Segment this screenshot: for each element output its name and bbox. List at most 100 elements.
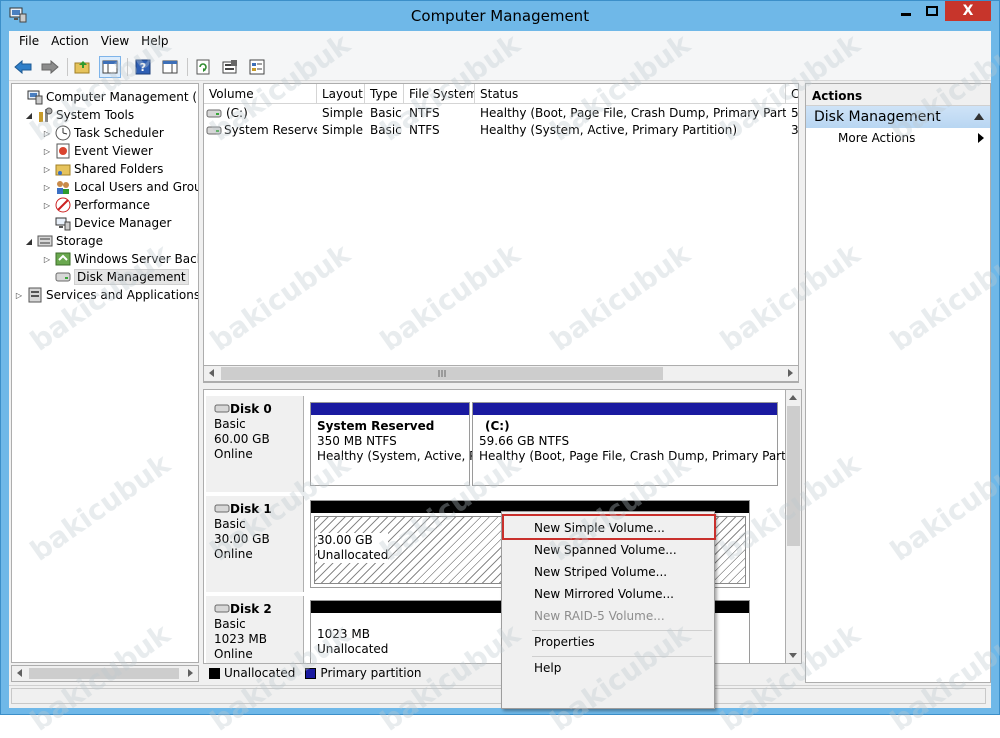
primary-partition-bar	[473, 403, 777, 415]
tree-item-label: Device Manager	[74, 216, 172, 230]
tree-item-label: Event Viewer	[74, 144, 153, 158]
tree-item-label: Shared Folders	[74, 162, 164, 176]
partition-title: (C:)	[485, 419, 510, 433]
tree-item-label: Local Users and Groups	[74, 180, 198, 194]
computer-icon	[27, 90, 43, 105]
tree-item-label: Task Scheduler	[74, 126, 164, 140]
window-title: Computer Management	[410, 7, 590, 25]
backup-icon	[55, 252, 71, 266]
toolbar-separator	[67, 57, 68, 76]
scroll-left-icon	[209, 369, 214, 377]
disk-size: 60.00 GB	[214, 432, 270, 446]
disk-icon	[214, 604, 230, 613]
users-icon	[57, 181, 69, 194]
close-button[interactable]: X	[945, 1, 991, 21]
disk-icon	[214, 504, 230, 513]
partition-info: (C:) 59.66 GB NTFS Healthy (Boot, Page F…	[479, 419, 799, 464]
menu-file[interactable]: File	[13, 31, 45, 53]
tree-item-label: Storage	[56, 234, 103, 248]
expand-arrow-icon[interactable]: ▷	[14, 291, 24, 300]
properties-icon	[222, 59, 237, 73]
partition-status: Unallocated	[317, 548, 389, 562]
disk-state: Online	[214, 447, 253, 461]
cell-layout: Simple	[322, 106, 363, 120]
disk-name: Disk 2	[230, 602, 272, 616]
partition-status: Healthy (Boot, Page File, Crash Dump, Pr…	[479, 449, 799, 463]
disk-0-label[interactable]: Disk 0 Basic 60.00 GB Online	[206, 396, 304, 492]
tree-item-device-manager[interactable]: Device Manager	[42, 214, 171, 232]
disk-size: 1023 MB	[214, 632, 267, 646]
tree-item-label: Performance	[74, 198, 151, 212]
expand-arrow-icon[interactable]: ▷	[42, 147, 52, 156]
status-bar-panel	[11, 688, 986, 704]
services-icon	[28, 287, 42, 303]
tree-item-event-viewer[interactable]: ▷ Event Viewer	[42, 142, 153, 160]
storage-icon	[37, 235, 53, 247]
menu-new-raid5-volume[interactable]: New RAID-5 Volume...	[534, 609, 665, 631]
disk-icon	[214, 404, 230, 413]
cell-capacity: 35	[791, 123, 799, 137]
maximize-icon	[926, 6, 938, 16]
forward-button[interactable]	[39, 56, 61, 78]
menu-properties[interactable]: Properties	[534, 635, 595, 657]
device-manager-icon	[55, 217, 71, 231]
menu-new-mirrored-volume[interactable]: New Mirrored Volume...	[534, 587, 674, 609]
expand-arrow-icon[interactable]: ▷	[42, 183, 52, 192]
title-bar[interactable]: Computer Management X	[1, 1, 999, 31]
expand-arrow-icon[interactable]: ▷	[42, 201, 52, 210]
console-tree: Computer Management (Local◢System Tools▷…	[11, 83, 199, 663]
minimize-icon	[901, 13, 911, 16]
back-button[interactable]	[12, 56, 34, 78]
expand-arrow-icon[interactable]: ▷	[42, 165, 52, 174]
export-list-button[interactable]	[246, 56, 268, 78]
disk-name-row: Disk 2	[214, 602, 303, 617]
computer-management-window: Computer Management X File Action View H…	[0, 0, 1000, 738]
tree-item-shared-folders[interactable]: ▷ Shared Folders	[42, 160, 163, 178]
legend-swatch-unallocated	[209, 667, 220, 679]
scrollbar-arrows	[209, 367, 793, 380]
caption-buttons: X	[893, 1, 991, 23]
actions-pane: Actions Disk Management More Actions	[805, 83, 991, 683]
expand-arrow-icon[interactable]: ▷	[42, 255, 52, 264]
tree-item-storage[interactable]: ◢ Storage	[24, 232, 103, 250]
menu-action[interactable]: Action	[45, 31, 95, 53]
table-row[interactable]: System Reserved Simple Basic NTFS Health…	[204, 122, 799, 139]
event-viewer-icon	[56, 143, 70, 159]
primary-partition-bar	[311, 403, 469, 415]
collapse-arrow-icon[interactable]: ◢	[24, 237, 34, 246]
properties-button[interactable]	[219, 56, 241, 78]
scroll-right-icon	[788, 369, 793, 377]
forward-arrow-icon	[41, 59, 59, 74]
scroll-left-icon	[17, 669, 22, 677]
status-bar	[9, 685, 991, 705]
refresh-button[interactable]	[192, 56, 214, 78]
column-header-layout[interactable]: Layout	[317, 84, 365, 104]
tree-item-local-users-and-groups[interactable]: ▷ Local Users and Groups	[42, 178, 198, 196]
refresh-icon	[196, 59, 210, 74]
partition-size: 350 MB NTFS	[317, 434, 397, 448]
performance-icon	[55, 197, 71, 213]
export-list-icon	[249, 59, 265, 74]
cell-layout: Simple	[322, 123, 363, 137]
scroll-up-icon	[789, 395, 797, 400]
minimize-button[interactable]	[893, 1, 919, 21]
disk-name: Disk 0	[230, 402, 272, 416]
disk-type: Basic	[214, 417, 246, 431]
disk-type: Basic	[214, 617, 246, 631]
shared-folder-icon	[55, 164, 71, 176]
scroll-right-icon	[188, 669, 193, 677]
table-row[interactable]: (C:) Simple Basic NTFS Healthy (Boot, Pa…	[204, 105, 798, 122]
toolbar-separator	[187, 57, 188, 76]
collapse-up-icon	[974, 113, 984, 120]
volume-list-horizontal-scrollbar[interactable]	[203, 365, 799, 382]
menu-help-item[interactable]: Help	[534, 661, 561, 683]
partition-title: System Reserved	[317, 419, 435, 433]
partition-size: 59.66 GB NTFS	[479, 434, 570, 448]
maximize-button[interactable]	[919, 1, 945, 21]
tree-item-performance[interactable]: ▷ Performance	[42, 196, 150, 214]
column-header-type[interactable]: Type	[365, 84, 404, 104]
menu-new-striped-volume[interactable]: New Striped Volume...	[534, 565, 667, 587]
folder-up-icon	[74, 60, 90, 73]
disk-icon	[55, 272, 71, 282]
client-area: File Action View Help ? Computer Managem…	[9, 27, 1000, 738]
